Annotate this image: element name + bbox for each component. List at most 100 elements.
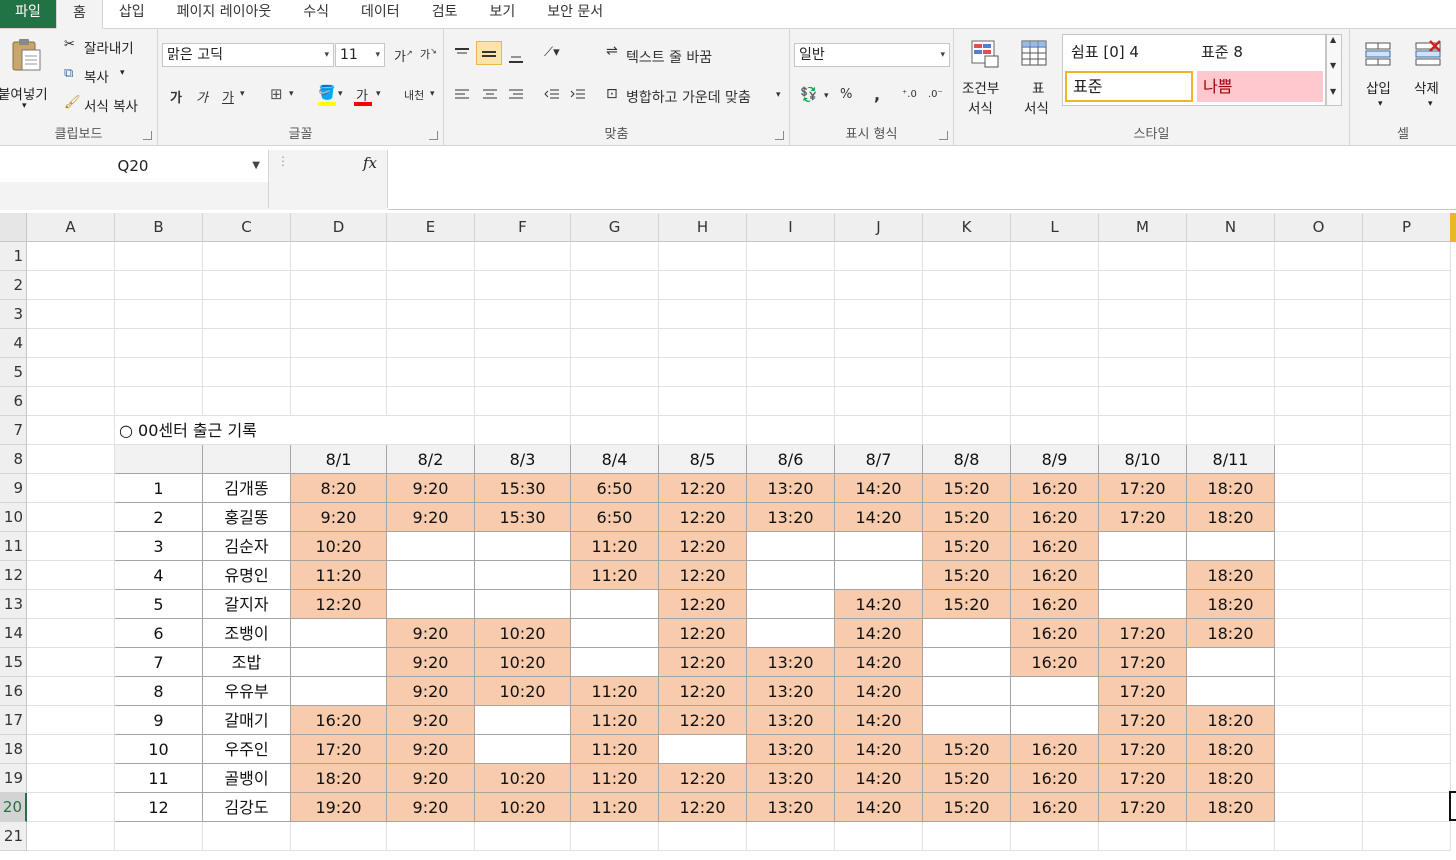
tab-home[interactable]: 홈 xyxy=(56,0,103,29)
cell[interactable] xyxy=(1363,271,1451,300)
employee-name[interactable]: 유명인 xyxy=(203,561,291,590)
font-size-select[interactable]: 11 ▾ xyxy=(335,43,385,67)
date-header[interactable]: 8/4 xyxy=(571,445,659,474)
cell[interactable] xyxy=(475,416,571,445)
employee-name[interactable]: 조뱅이 xyxy=(203,619,291,648)
align-left-icon[interactable] xyxy=(454,88,470,102)
cell[interactable] xyxy=(475,358,571,387)
cell[interactable] xyxy=(203,300,291,329)
attendance-time-cell[interactable]: 12:20 xyxy=(659,677,747,706)
cell[interactable] xyxy=(27,242,115,271)
attendance-time-cell[interactable] xyxy=(475,532,571,561)
cell[interactable] xyxy=(835,329,923,358)
cell[interactable] xyxy=(659,271,747,300)
cell[interactable] xyxy=(1275,416,1363,445)
chevron-down-icon[interactable]: ▾ xyxy=(338,89,343,99)
dialog-launcher-icon[interactable] xyxy=(429,131,438,140)
cell[interactable] xyxy=(747,822,835,851)
cell[interactable] xyxy=(475,271,571,300)
attendance-time-cell[interactable]: 13:20 xyxy=(747,735,835,764)
row-header[interactable]: 17 xyxy=(0,706,27,735)
attendance-time-cell[interactable] xyxy=(291,619,387,648)
cell[interactable] xyxy=(1099,329,1187,358)
attendance-time-cell[interactable] xyxy=(1099,532,1187,561)
record-number[interactable]: 4 xyxy=(115,561,203,590)
cell[interactable] xyxy=(27,793,115,822)
tab-view[interactable]: 보기 xyxy=(473,0,531,28)
attendance-time-cell[interactable]: 12:20 xyxy=(659,706,747,735)
record-number[interactable]: 9 xyxy=(115,706,203,735)
cell[interactable] xyxy=(1363,503,1451,532)
shrink-font-icon[interactable]: 가↘ xyxy=(420,46,437,62)
select-all-corner[interactable] xyxy=(0,213,27,242)
align-top-icon[interactable] xyxy=(454,47,470,61)
style-gallery-scroll[interactable]: ▲ ▼ ▼ xyxy=(1326,34,1342,106)
attendance-time-cell[interactable]: 15:20 xyxy=(923,503,1011,532)
attendance-time-cell[interactable]: 15:30 xyxy=(475,474,571,503)
attendance-time-cell[interactable]: 15:30 xyxy=(475,503,571,532)
cell[interactable] xyxy=(115,242,203,271)
style-comma[interactable]: 쉼표 [0] 4 xyxy=(1065,37,1193,67)
gallery-more-icon[interactable]: ▼ xyxy=(1330,87,1336,96)
attendance-time-cell[interactable]: 18:20 xyxy=(1187,735,1275,764)
employee-name[interactable]: 갈지자 xyxy=(203,590,291,619)
attendance-time-cell[interactable] xyxy=(1187,532,1275,561)
cell[interactable] xyxy=(1363,387,1451,416)
date-header[interactable]: 8/3 xyxy=(475,445,571,474)
cell[interactable] xyxy=(571,300,659,329)
attendance-time-cell[interactable]: 9:20 xyxy=(387,677,475,706)
attendance-time-cell[interactable]: 11:20 xyxy=(571,677,659,706)
attendance-time-cell[interactable] xyxy=(923,677,1011,706)
cell[interactable] xyxy=(659,416,747,445)
attendance-time-cell[interactable]: 9:20 xyxy=(387,793,475,822)
cell[interactable] xyxy=(115,271,203,300)
cell[interactable] xyxy=(1363,242,1451,271)
chevron-up-icon[interactable]: ▲ xyxy=(1330,35,1336,44)
row-header[interactable]: 15 xyxy=(0,648,27,677)
attendance-time-cell[interactable] xyxy=(835,532,923,561)
cell[interactable] xyxy=(571,358,659,387)
attendance-time-cell[interactable]: 14:20 xyxy=(835,590,923,619)
row-header[interactable]: 7 xyxy=(0,416,27,445)
cell[interactable] xyxy=(747,358,835,387)
cell[interactable] xyxy=(475,387,571,416)
attendance-time-cell[interactable]: 18:20 xyxy=(1187,503,1275,532)
column-header[interactable]: M xyxy=(1099,213,1187,242)
cell[interactable] xyxy=(1363,706,1451,735)
chevron-down-icon[interactable]: ▾ xyxy=(289,89,294,99)
cell[interactable] xyxy=(1275,735,1363,764)
cell[interactable] xyxy=(1011,387,1099,416)
cell[interactable] xyxy=(1011,822,1099,851)
cell[interactable] xyxy=(27,474,115,503)
column-header[interactable]: I xyxy=(747,213,835,242)
attendance-time-cell[interactable]: 16:20 xyxy=(1011,561,1099,590)
attendance-time-cell[interactable]: 9:20 xyxy=(387,706,475,735)
cell[interactable] xyxy=(1363,648,1451,677)
attendance-time-cell[interactable]: 14:20 xyxy=(835,706,923,735)
cell[interactable] xyxy=(1275,648,1363,677)
attendance-time-cell[interactable] xyxy=(571,590,659,619)
row-header[interactable]: 19 xyxy=(0,764,27,793)
attendance-time-cell[interactable]: 17:20 xyxy=(1099,619,1187,648)
cell[interactable] xyxy=(571,329,659,358)
attendance-time-cell[interactable]: 11:20 xyxy=(291,561,387,590)
cell[interactable] xyxy=(27,735,115,764)
cell[interactable] xyxy=(1275,677,1363,706)
attendance-time-cell[interactable] xyxy=(835,561,923,590)
row-header[interactable]: 3 xyxy=(0,300,27,329)
font-name-select[interactable]: 맑은 고딕 ▾ xyxy=(162,43,334,67)
record-number[interactable]: 6 xyxy=(115,619,203,648)
row-header[interactable]: 4 xyxy=(0,329,27,358)
cell[interactable] xyxy=(659,329,747,358)
cell[interactable] xyxy=(571,271,659,300)
attendance-time-cell[interactable]: 12:20 xyxy=(291,590,387,619)
cell[interactable] xyxy=(1099,822,1187,851)
cell[interactable] xyxy=(27,648,115,677)
cell[interactable] xyxy=(659,358,747,387)
chevron-down-icon[interactable]: ▼ xyxy=(252,150,260,182)
attendance-time-cell[interactable]: 11:20 xyxy=(571,764,659,793)
attendance-time-cell[interactable]: 12:20 xyxy=(659,561,747,590)
cell[interactable] xyxy=(1099,242,1187,271)
orientation-icon[interactable]: ⟋▾ xyxy=(544,45,560,60)
tab-security[interactable]: 보안 문서 xyxy=(531,0,619,28)
